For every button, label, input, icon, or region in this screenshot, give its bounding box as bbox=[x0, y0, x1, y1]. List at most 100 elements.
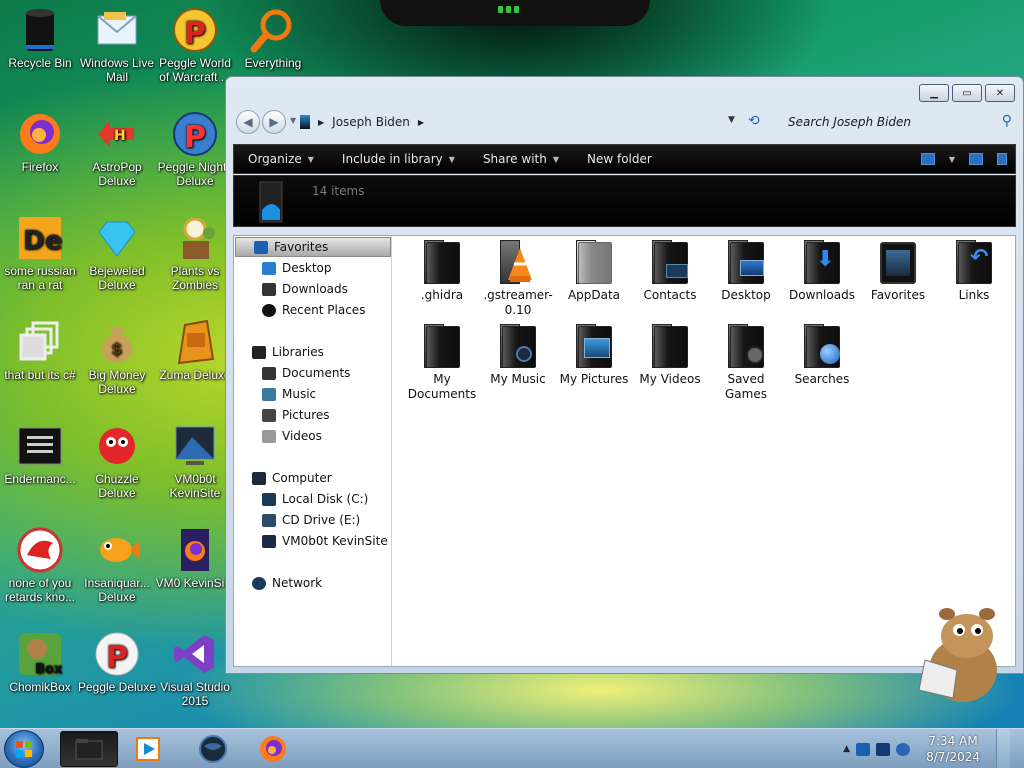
folder-downloads[interactable]: ⬇ Downloads bbox=[784, 238, 860, 303]
nav-cd-drive[interactable]: CD Drive (E:) bbox=[262, 510, 360, 530]
taskbar-firefox-button[interactable] bbox=[244, 731, 302, 767]
music-folder-icon bbox=[496, 322, 540, 370]
documents-icon bbox=[262, 366, 276, 380]
nav-vm-drive[interactable]: VM0b0t KevinSite bbox=[262, 531, 388, 551]
folder-gstreamer[interactable]: .gstreamer-0.10 bbox=[480, 238, 556, 318]
address-bar[interactable]: ▶ Joseph Biden ▶ bbox=[300, 110, 772, 134]
wallpaper-notch bbox=[380, 0, 650, 26]
nav-music[interactable]: Music bbox=[262, 384, 316, 404]
change-view-icon[interactable] bbox=[920, 153, 935, 165]
desktop-icon-dragon[interactable]: none of you retards kno... bbox=[0, 526, 80, 604]
desktop-icon-plants-vs-zombies[interactable]: Plants vs Zombies bbox=[155, 214, 235, 292]
share-label: Share with bbox=[482, 152, 547, 166]
nav-documents[interactable]: Documents bbox=[262, 363, 350, 383]
folder-my-pictures[interactable]: My Pictures bbox=[556, 322, 632, 387]
desktop-icon-visual-studio[interactable]: Visual Studio 2015 bbox=[155, 630, 235, 708]
show-desktop-button[interactable] bbox=[996, 729, 1010, 768]
refresh-icon[interactable]: ⟲ bbox=[748, 113, 760, 129]
desktop-icon-zuma[interactable]: Zuma Deluxe bbox=[155, 318, 235, 382]
organize-button[interactable]: Organize ▼ bbox=[234, 152, 328, 166]
taskbar-globe-button[interactable] bbox=[184, 731, 242, 767]
desktop-icon-russian-rat[interactable]: De some russian ran a rat bbox=[0, 214, 80, 292]
clock-time: 7:34 AM bbox=[928, 734, 978, 748]
nav-favorites[interactable]: Favorites bbox=[235, 237, 391, 257]
magnifier-icon bbox=[249, 6, 297, 54]
downloads-folder-icon: ⬇ bbox=[800, 238, 844, 286]
nav-pictures[interactable]: Pictures bbox=[262, 405, 330, 425]
desktop-icon-bejeweled[interactable]: Bejeweled Deluxe bbox=[77, 214, 157, 292]
nav-downloads[interactable]: Downloads bbox=[262, 279, 348, 299]
recent-pages-chevron-icon[interactable]: ▼ bbox=[290, 116, 296, 125]
tray-app-icon[interactable] bbox=[856, 742, 871, 756]
address-dropdown-icon[interactable]: ▼ bbox=[728, 115, 735, 125]
desktop-icon-peggle-nights[interactable]: P Peggle Nights Deluxe bbox=[155, 110, 235, 188]
folder-searches[interactable]: Searches bbox=[784, 322, 860, 387]
maximize-button[interactable]: ▭ bbox=[952, 84, 982, 102]
back-button[interactable]: ◀ bbox=[236, 110, 260, 134]
nav-computer[interactable]: Computer bbox=[252, 468, 332, 488]
include-in-library-button[interactable]: Include in library ▼ bbox=[328, 152, 469, 166]
computer-icon bbox=[252, 471, 266, 485]
maximize-icon: ▭ bbox=[962, 87, 972, 99]
nav-local-disk[interactable]: Local Disk (C:) bbox=[262, 489, 368, 509]
folder-saved-games[interactable]: Saved Games bbox=[708, 322, 784, 402]
clock[interactable]: 7:34 AM 8/7/2024 bbox=[926, 733, 980, 765]
close-button[interactable]: ✕ bbox=[985, 84, 1015, 102]
nav-recent-places[interactable]: Recent Places bbox=[262, 300, 365, 320]
minimize-button[interactable]: ▁ bbox=[919, 84, 949, 102]
start-button[interactable] bbox=[4, 730, 44, 768]
search-input[interactable]: Search Joseph Biden ⚲ bbox=[774, 110, 1016, 134]
navigation-pane: Favorites Desktop Downloads Recent Place… bbox=[234, 236, 392, 666]
desktop-icon-recycle-bin[interactable]: Recycle Bin bbox=[0, 6, 80, 70]
desktop-icon-chomikbox[interactable]: Box ChomikBox bbox=[0, 630, 80, 694]
folder-ghidra[interactable]: .ghidra bbox=[404, 238, 480, 303]
network-tray-icon[interactable] bbox=[876, 742, 891, 756]
volume-tray-icon[interactable] bbox=[896, 742, 911, 756]
taskbar-media-player-button[interactable] bbox=[120, 731, 178, 767]
share-with-button[interactable]: Share with ▼ bbox=[469, 152, 573, 166]
close-icon: ✕ bbox=[995, 87, 1005, 99]
desktop-icon-endermanc[interactable]: Endermanc... bbox=[0, 422, 80, 486]
help-icon[interactable] bbox=[997, 153, 1007, 165]
desktop-icon-astropop[interactable]: H AstroPop Deluxe bbox=[77, 110, 157, 188]
folder-my-videos[interactable]: My Videos bbox=[632, 322, 708, 387]
search-icon[interactable]: ⚲ bbox=[1002, 113, 1012, 129]
preview-pane-icon[interactable] bbox=[969, 153, 983, 165]
folder-my-documents[interactable]: My Documents bbox=[404, 322, 480, 402]
explorer-window: ▁ ▭ ✕ ◀ ▶ ▼ ▶ Joseph Biden ▶ ▼ ⟲ Search … bbox=[225, 76, 1024, 674]
terminal-icon bbox=[16, 422, 64, 470]
desktop-icon-vm0-kevinsite[interactable]: VM0 KevinSi... bbox=[155, 526, 235, 590]
folder-my-music[interactable]: My Music bbox=[480, 322, 556, 387]
desktop-icon-peggle-deluxe[interactable]: P Peggle Deluxe bbox=[77, 630, 157, 694]
forward-button[interactable]: ▶ bbox=[262, 110, 286, 134]
breadcrumb-item[interactable]: Joseph Biden bbox=[332, 115, 410, 129]
desktop-icon-everything[interactable]: Everything bbox=[233, 6, 313, 70]
view-chevron-icon[interactable]: ▼ bbox=[949, 155, 955, 164]
folder-contacts[interactable]: Contacts bbox=[632, 238, 708, 303]
desktop-icon-windows-live-mail[interactable]: Windows Live Mail bbox=[77, 6, 157, 84]
desktop-icon-firefox[interactable]: Firefox bbox=[0, 110, 80, 174]
desktop-icon-insaniquarium[interactable]: Insaniquar... Deluxe bbox=[77, 526, 157, 604]
desktop-icon-c-sharp[interactable]: that but its c# bbox=[0, 318, 80, 382]
taskbar: ▲ 7:34 AM 8/7/2024 bbox=[0, 728, 1024, 768]
folder-links[interactable]: ↶ Links bbox=[936, 238, 1012, 303]
desktop-icon-peggle-wow[interactable]: P Peggle World of Warcraft ... bbox=[155, 6, 235, 84]
svg-text:H: H bbox=[114, 128, 126, 144]
new-folder-button[interactable]: New folder bbox=[573, 152, 666, 166]
desktop-icon-big-money[interactable]: $ Big Money Deluxe bbox=[77, 318, 157, 396]
taskbar-explorer-button[interactable] bbox=[60, 731, 118, 767]
breadcrumb-end-chevron-icon[interactable]: ▶ bbox=[418, 118, 424, 127]
desktop-icon-vm0b0t[interactable]: VM0b0t KevinSite bbox=[155, 422, 235, 500]
folder-appdata[interactable]: AppData bbox=[556, 238, 632, 303]
peggle-deluxe-icon: P bbox=[93, 630, 141, 678]
nav-libraries[interactable]: Libraries bbox=[252, 342, 324, 362]
links-folder-icon: ↶ bbox=[952, 238, 996, 286]
folder-favorites[interactable]: Favorites bbox=[860, 238, 936, 303]
nav-desktop[interactable]: Desktop bbox=[262, 258, 332, 278]
folder-desktop[interactable]: Desktop bbox=[708, 238, 784, 303]
address-row: ◀ ▶ ▼ ▶ Joseph Biden ▶ ▼ ⟲ Search Joseph… bbox=[234, 109, 1017, 135]
show-hidden-icons-chevron-icon[interactable]: ▲ bbox=[843, 744, 850, 754]
desktop-icon-chuzzle[interactable]: Chuzzle Deluxe bbox=[77, 422, 157, 500]
nav-network[interactable]: Network bbox=[252, 573, 322, 593]
nav-videos[interactable]: Videos bbox=[262, 426, 322, 446]
